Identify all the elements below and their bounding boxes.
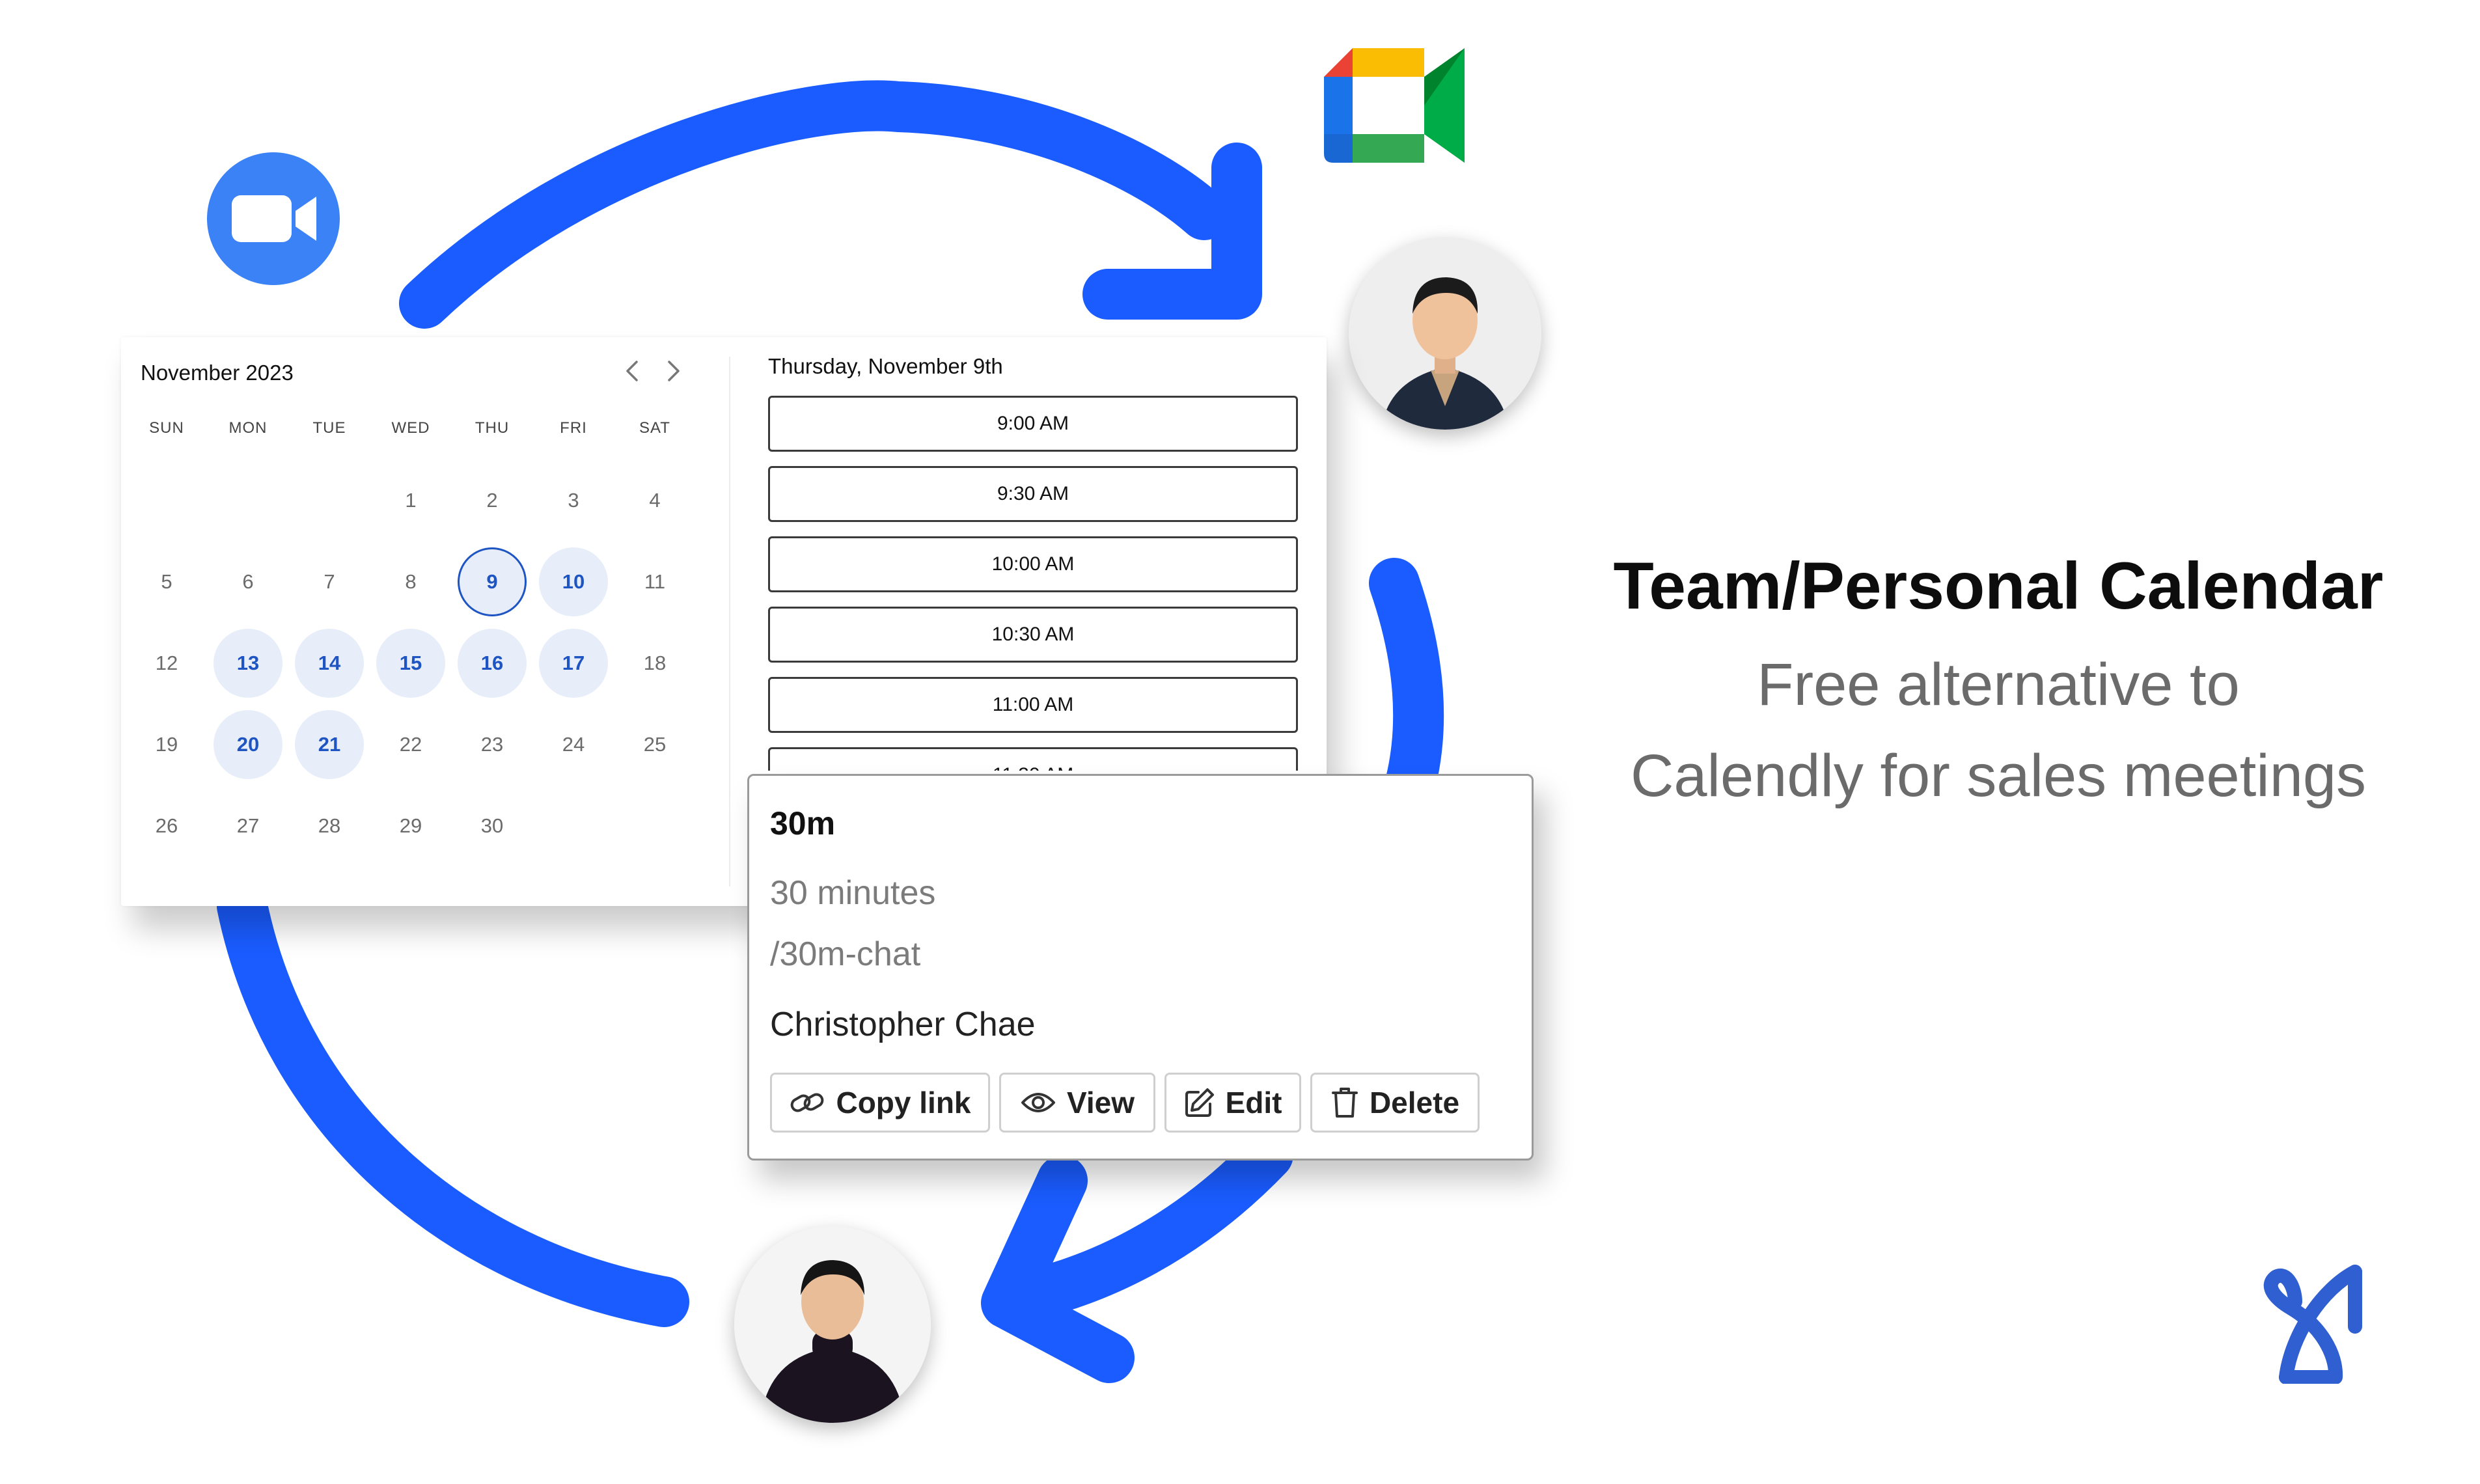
weekday-label: SAT	[639, 419, 670, 437]
calendar-day: 24	[562, 733, 585, 756]
calendar-day-available[interactable]: 21	[295, 710, 364, 779]
view-button[interactable]: View	[999, 1073, 1155, 1133]
calendar-day-available[interactable]: 20	[214, 710, 282, 779]
eye-icon	[1021, 1093, 1055, 1112]
chevron-right-icon[interactable]	[659, 357, 687, 385]
delete-label: Delete	[1369, 1086, 1460, 1120]
calendar-day: 1	[405, 489, 417, 512]
event-title: 30m	[770, 805, 836, 842]
time-slot[interactable]: 9:00 AM	[768, 396, 1298, 452]
calendar-day-available[interactable]: 17	[539, 629, 608, 698]
month-label: November 2023	[141, 361, 294, 385]
arrow-top	[399, 80, 1230, 329]
calendar-day-available[interactable]: 14	[295, 629, 364, 698]
weekday-label: THU	[475, 419, 510, 437]
edit-label: Edit	[1225, 1086, 1282, 1120]
calendar-day-selected[interactable]: 9	[458, 547, 527, 616]
calendar-day: 25	[643, 733, 667, 756]
pencil-square-icon	[1185, 1088, 1214, 1117]
time-slot[interactable]: 10:00 AM	[768, 536, 1298, 592]
calendar-day: 27	[236, 814, 260, 837]
calendar-day: 18	[643, 652, 667, 674]
copy-link-label: Copy link	[836, 1086, 971, 1120]
calendar-day: 30	[480, 814, 504, 837]
time-slot[interactable]: 11:30 AM	[768, 747, 1298, 771]
edit-button[interactable]: Edit	[1164, 1073, 1301, 1133]
headline: Team/Personal Calendar	[1613, 549, 2384, 623]
calendar-day-available[interactable]: 10	[539, 547, 608, 616]
chevron-left-icon[interactable]	[618, 357, 647, 385]
calendar-day-available[interactable]: 16	[458, 629, 527, 698]
event-slug: /30m-chat	[770, 935, 921, 973]
view-label: View	[1067, 1086, 1135, 1120]
time-slot[interactable]: 11:00 AM	[768, 677, 1298, 733]
brand-logo-icon	[2263, 1265, 2362, 1384]
google-meet-icon	[1324, 48, 1465, 163]
calendar-day: 4	[649, 489, 661, 512]
person-portrait-icon	[734, 1226, 931, 1423]
avatar-host-top	[1349, 237, 1541, 430]
delete-button[interactable]: Delete	[1310, 1073, 1480, 1133]
calendar-day: 19	[155, 733, 178, 756]
weekday-label: TUE	[312, 419, 346, 437]
calendar-divider	[729, 357, 730, 886]
calendar-day: 8	[405, 570, 417, 593]
calendar-day: 23	[480, 733, 504, 756]
link-icon	[791, 1093, 824, 1112]
arrow-right	[1369, 558, 1444, 829]
calendar-day: 6	[242, 570, 254, 593]
selected-date-heading: Thursday, November 9th	[768, 354, 1003, 378]
calendar-day: 7	[324, 570, 335, 593]
zoom-video-icon	[207, 152, 340, 285]
avatar-host-bottom	[734, 1226, 931, 1423]
time-slot-viewport: 9:00 AM 9:30 AM 10:00 AM 10:30 AM 11:00 …	[121, 337, 1327, 771]
calendar-day: 29	[399, 814, 422, 837]
subheadline-line-2: Calendly for sales meetings	[1630, 743, 2367, 809]
calendar-day: 28	[318, 814, 341, 837]
calendar-day: 11	[644, 570, 666, 593]
weekday-label: SUN	[149, 419, 184, 437]
subheadline-line-1: Free alternative to	[1757, 652, 2240, 718]
weekday-label: WED	[391, 419, 430, 437]
calendar-day: 5	[161, 570, 172, 593]
weekday-label: MON	[228, 419, 268, 437]
event-duration: 30 minutes	[770, 874, 936, 912]
time-slot[interactable]: 10:30 AM	[768, 607, 1298, 663]
event-type-card: 30m 30 minutes /30m-chat Christopher Cha…	[747, 774, 1534, 1161]
calendar-day: 26	[155, 814, 178, 837]
event-host: Christopher Chae	[770, 1006, 1036, 1043]
time-slot[interactable]: 9:30 AM	[768, 466, 1298, 522]
calendar-day: 12	[155, 652, 178, 674]
weekday-label: FRI	[560, 419, 587, 437]
trash-icon	[1331, 1088, 1358, 1118]
person-portrait-icon	[1349, 237, 1541, 430]
calendar-day-available[interactable]: 13	[214, 629, 282, 698]
calendar-day: 3	[568, 489, 579, 512]
calendar-day: 2	[486, 489, 498, 512]
calendar-day-available[interactable]: 15	[376, 629, 445, 698]
copy-link-button[interactable]: Copy link	[770, 1073, 990, 1133]
calendar-day: 22	[399, 733, 422, 756]
arrow-left	[217, 881, 689, 1327]
